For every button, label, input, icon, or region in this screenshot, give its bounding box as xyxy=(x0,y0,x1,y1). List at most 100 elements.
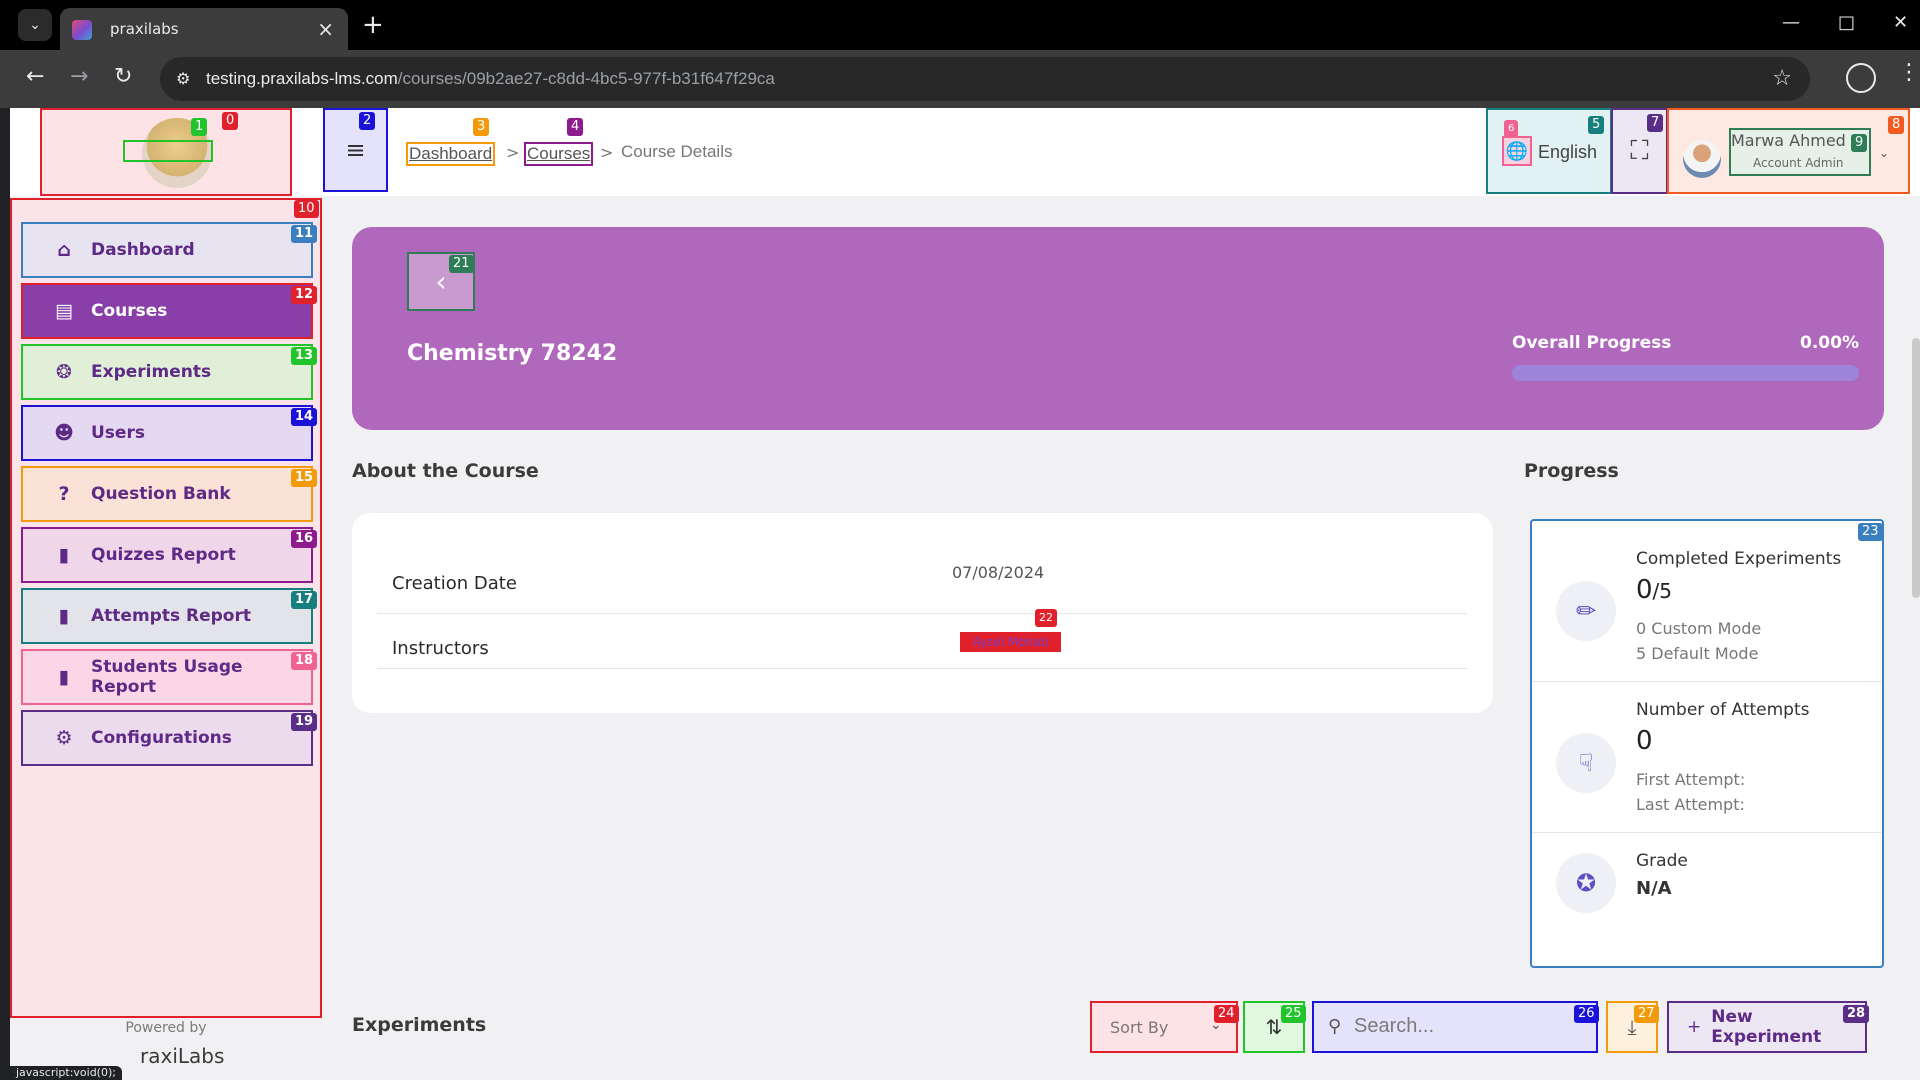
sidebar-item-attempts-report[interactable]: ▮ Attempts Report 17 xyxy=(21,588,318,644)
report-icon: ▮ xyxy=(58,605,70,627)
sidebar-item-label: Question Bank xyxy=(91,484,231,504)
badge-1: 1 xyxy=(191,118,208,136)
first-attempt-label: First Attempt: xyxy=(1636,770,1746,789)
brand-footer: raxiLabs xyxy=(140,1044,225,1068)
book-icon: ▤ xyxy=(55,300,73,322)
language-selector[interactable]: 🌐 6 English 5 xyxy=(1486,108,1612,194)
sort-direction-button[interactable]: ⇅ 25 xyxy=(1243,1001,1306,1053)
creation-date-value: 07/08/2024 xyxy=(952,563,1045,582)
overall-progress-bar xyxy=(1512,365,1859,381)
sidebar-item-students-usage-report[interactable]: ▮ Students Usage Report 18 xyxy=(21,649,318,705)
home-icon: ⌂ xyxy=(57,239,71,261)
sidebar-item-experiments[interactable]: ❂ Experiments 13 xyxy=(21,344,318,400)
badge-14: 14 xyxy=(291,408,318,426)
sidebar-toggle-button[interactable]: ≡ 2 xyxy=(323,108,388,192)
praxilabs-favicon-icon xyxy=(72,20,92,40)
sort-by-label: Sort By xyxy=(1110,1018,1169,1037)
new-tab-button[interactable]: + xyxy=(362,10,384,40)
progress-card[interactable]: 23 ✏ Completed Experiments 0/5 0 Custom … xyxy=(1530,519,1884,968)
sidebar-item-courses[interactable]: ▤ Courses 12 xyxy=(21,283,318,339)
logo-area[interactable]: 0 1 xyxy=(40,108,292,196)
user-menu[interactable]: Marwa Ahmed Account Admin 9 ⌄ 8 xyxy=(1667,108,1910,194)
custom-mode-count: 0 Custom Mode xyxy=(1636,619,1762,638)
attempts-value: 0 xyxy=(1636,726,1653,756)
badge-13: 13 xyxy=(291,347,318,365)
profile-icon[interactable] xyxy=(1846,63,1876,93)
pointer-hand-icon: ☟ xyxy=(1556,733,1616,793)
bookmark-star-icon[interactable]: ☆ xyxy=(1772,66,1792,91)
instructor-link[interactable]: Aysel Mohab xyxy=(960,632,1061,652)
sort-by-select[interactable]: Sort By ⌄ 24 xyxy=(1090,1001,1239,1053)
fullscreen-button[interactable]: ⛶ 7 xyxy=(1611,108,1668,194)
tab-search-button[interactable]: ⌄ xyxy=(18,9,52,41)
close-tab-icon[interactable]: × xyxy=(317,17,334,41)
app-page: 0 1 ≡ 2 Dashboard 3 > Courses 4 > Course… xyxy=(10,108,1920,1080)
sort-order-icon: ⇅ xyxy=(1265,1015,1283,1039)
user-icon: ☻ xyxy=(54,422,74,444)
grade-label: Grade xyxy=(1636,851,1688,871)
last-attempt-label: Last Attempt: xyxy=(1636,795,1745,814)
badge-2: 2 xyxy=(359,112,376,130)
badge-28: 28 xyxy=(1843,1005,1870,1023)
url-text: testing.praxilabs-lms.com/courses/09b2ae… xyxy=(206,69,775,88)
completed-experiments-label: Completed Experiments xyxy=(1636,549,1842,569)
card-divider xyxy=(1532,681,1882,682)
sidebar-item-dashboard[interactable]: ⌂ Dashboard 11 xyxy=(21,222,318,278)
new-experiment-button[interactable]: + New Experiment 28 xyxy=(1667,1001,1870,1053)
plus-icon: + xyxy=(1687,1017,1702,1037)
sidebar-item-question-bank[interactable]: ? Question Bank 15 xyxy=(21,466,318,522)
course-title: Chemistry 78242 xyxy=(407,341,618,366)
sidebar-item-configurations[interactable]: ⚙ Configurations 19 xyxy=(21,710,318,766)
reload-icon[interactable]: ↻ xyxy=(114,64,132,89)
back-button[interactable]: ‹ 21 xyxy=(407,252,475,311)
badge-15: 15 xyxy=(291,469,318,487)
progress-section-title: Progress xyxy=(1524,460,1619,482)
sidebar-item-label: Courses xyxy=(91,301,168,321)
maximize-icon[interactable]: □ xyxy=(1838,12,1855,33)
user-name-block[interactable]: Marwa Ahmed Account Admin 9 xyxy=(1729,128,1871,176)
breadcrumb-dashboard[interactable]: Dashboard xyxy=(406,142,496,166)
logo-inner-mark[interactable] xyxy=(123,140,213,162)
browser-tab[interactable]: praxilabs × xyxy=(60,8,348,50)
globe-icon[interactable]: 🌐 xyxy=(1502,136,1532,166)
attempts-label: Number of Attempts xyxy=(1636,700,1810,720)
avatar xyxy=(1683,140,1721,178)
download-button[interactable]: ⤓ 27 xyxy=(1606,1001,1659,1053)
breadcrumb-courses[interactable]: Courses xyxy=(524,142,594,166)
address-bar[interactable]: ⚙ testing.praxilabs-lms.com/courses/09b2… xyxy=(160,57,1810,101)
page-scrollbar[interactable] xyxy=(1912,338,1920,598)
gear-icon: ⚙ xyxy=(55,727,73,749)
badge-25: 25 xyxy=(1281,1005,1306,1023)
badge-27: 27 xyxy=(1634,1005,1659,1023)
site-info-icon[interactable]: ⚙ xyxy=(176,69,190,88)
card-divider xyxy=(1532,832,1882,833)
instructors-label: Instructors xyxy=(392,638,489,659)
search-input[interactable] xyxy=(1354,1015,1584,1038)
search-field[interactable]: ⚲ 26 xyxy=(1312,1001,1599,1053)
user-role: Account Admin xyxy=(1753,156,1844,170)
close-window-icon[interactable]: ✕ xyxy=(1893,12,1908,33)
status-bar-tooltip: javascript:void(0); xyxy=(10,1066,122,1080)
sidebar-item-label: Experiments xyxy=(91,362,212,382)
minimize-icon[interactable]: — xyxy=(1782,12,1800,33)
sidebar-item-label: Users xyxy=(91,423,145,443)
browser-menu-icon[interactable]: ⋮ xyxy=(1898,60,1920,85)
forward-icon[interactable]: → xyxy=(70,64,88,89)
browser-toolbar: ← → ↻ ⚙ testing.praxilabs-lms.com/course… xyxy=(0,50,1920,108)
badge-3: 3 xyxy=(473,118,490,136)
search-icon: ⚲ xyxy=(1328,1016,1342,1037)
user-name: Marwa Ahmed xyxy=(1731,131,1846,150)
sidebar-item-quizzes-report[interactable]: ▮ Quizzes Report 16 xyxy=(21,527,318,583)
chevron-down-icon[interactable]: ⌄ xyxy=(1879,146,1889,160)
sidebar-item-users[interactable]: ☻ Users 14 xyxy=(21,405,318,461)
sidebar-item-label: Configurations xyxy=(91,728,232,748)
back-icon[interactable]: ← xyxy=(26,64,44,89)
badge-12: 12 xyxy=(291,286,318,304)
creation-date-label: Creation Date xyxy=(392,573,517,594)
badge-8: 8 xyxy=(1888,116,1905,134)
question-icon: ? xyxy=(58,483,70,505)
badge-4: 4 xyxy=(567,118,584,136)
award-ribbon-icon: ✪ xyxy=(1556,853,1616,913)
badge-6: 6 xyxy=(1504,120,1519,138)
row-divider xyxy=(377,668,1467,669)
